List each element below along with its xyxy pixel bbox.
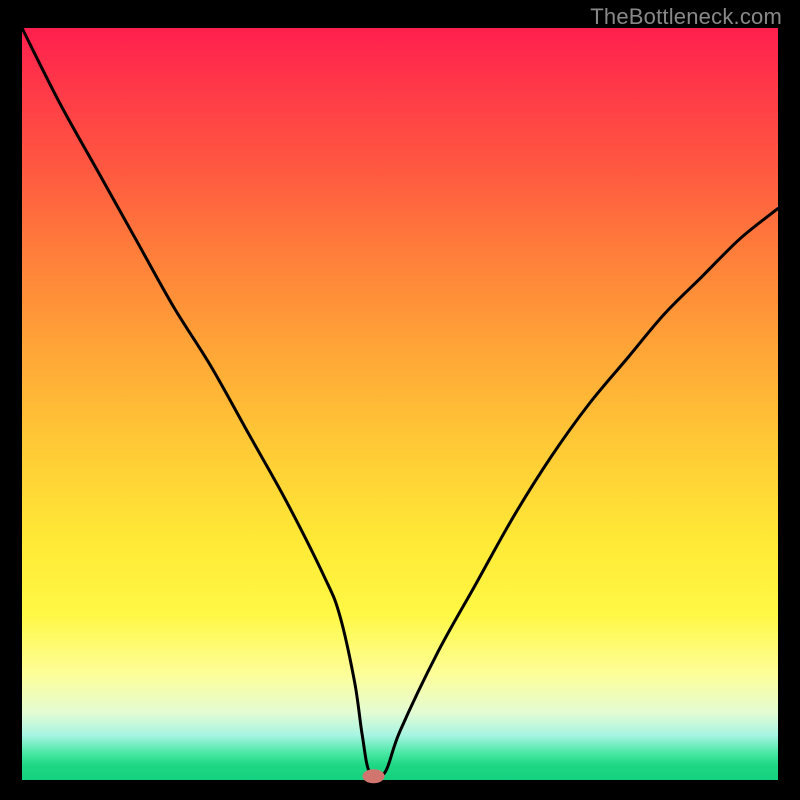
watermark-text: TheBottleneck.com <box>590 4 782 30</box>
bottleneck-curve-path <box>22 28 778 777</box>
plot-area <box>22 28 778 780</box>
optimum-marker <box>363 769 385 783</box>
curve-svg <box>22 28 778 780</box>
chart-frame: TheBottleneck.com <box>0 0 800 800</box>
